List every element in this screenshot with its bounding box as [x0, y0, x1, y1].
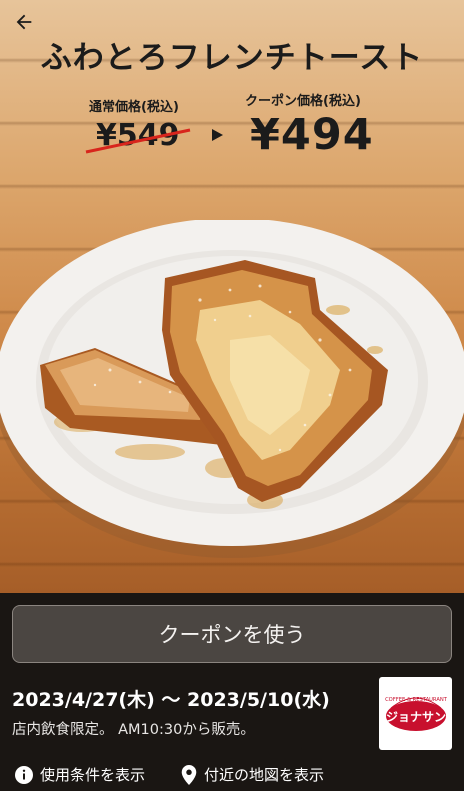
- regular-price-label: 通常価格(税込): [89, 100, 179, 115]
- coupon-price: ¥494: [250, 110, 374, 160]
- logo-brand-text: ジョナサン: [385, 710, 445, 724]
- valid-period: 2023/4/27(木) 〜 2023/5/10(水): [12, 689, 330, 711]
- price-arrow-icon: [212, 129, 223, 141]
- french-toast-photo: [0, 220, 464, 558]
- use-coupon-button[interactable]: クーポンを使う: [12, 605, 452, 663]
- strike-through-line: [85, 128, 191, 154]
- terms-link[interactable]: 使用条件を表示: [14, 764, 145, 785]
- terms-link-label: 使用条件を表示: [40, 766, 146, 784]
- map-link[interactable]: 付近の地図を表示: [180, 764, 324, 785]
- logo-top-text: COFFEE & RESTAURANT: [385, 697, 448, 703]
- product-title: ふわとろフレンチトースト: [40, 40, 424, 76]
- back-arrow-icon: [16, 14, 32, 30]
- jonathan-logo-icon: COFFEE & RESTAURANT ジョナサン: [385, 697, 448, 731]
- brand-logo: COFFEE & RESTAURANT ジョナサン: [379, 677, 452, 750]
- map-pin-icon: [180, 764, 198, 785]
- map-link-label: 付近の地図を表示: [204, 766, 325, 784]
- coupon-price-label: クーポン価格(税込): [245, 94, 361, 109]
- hero-image: ふわとろフレンチトースト 通常価格(税込) ¥549 クーポン価格(税込) ¥4…: [0, 0, 464, 593]
- usage-note: 店内飲食限定。 AM10:30から販売。: [12, 722, 255, 738]
- info-icon: [14, 765, 34, 785]
- coupon-panel: クーポンを使う 2023/4/27(木) 〜 2023/5/10(水) 店内飲食…: [0, 593, 464, 791]
